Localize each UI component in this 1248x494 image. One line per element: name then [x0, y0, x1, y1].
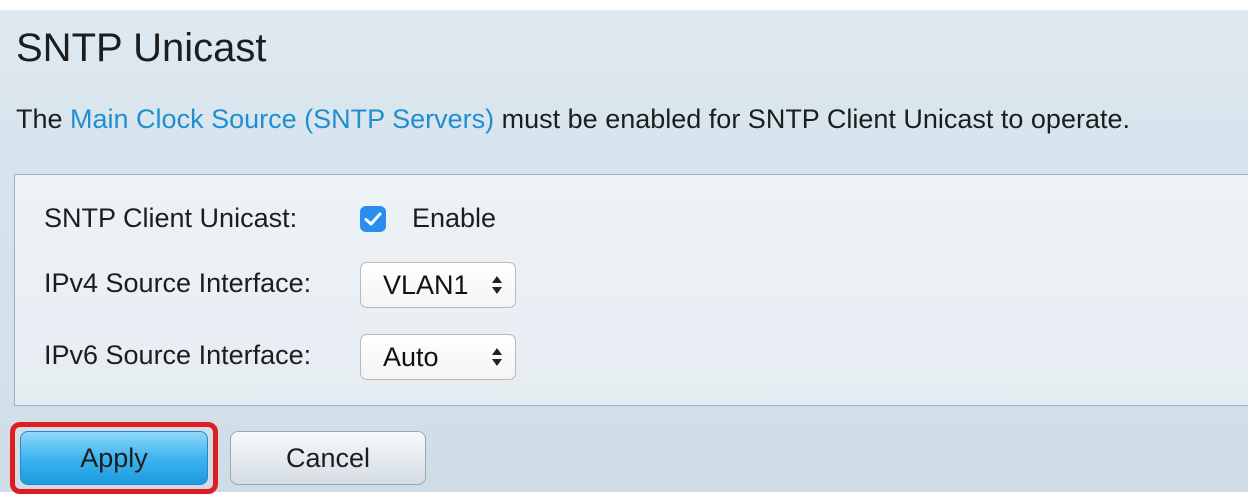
sntp-unicast-page: SNTP Unicast The Main Clock Source (SNTP…	[0, 0, 1248, 494]
client-unicast-label: SNTP Client Unicast:	[44, 203, 298, 233]
enable-label: Enable	[412, 203, 497, 233]
cancel-button[interactable]: Cancel	[230, 431, 426, 485]
enable-checkbox[interactable]	[360, 206, 386, 232]
page-title: SNTP Unicast	[16, 26, 267, 70]
select-arrows-icon	[492, 348, 502, 366]
apply-highlight-box	[10, 422, 218, 494]
ipv6-source-interface-select[interactable]: Auto	[360, 334, 516, 380]
checkmark-icon	[364, 212, 382, 226]
select-arrows-icon	[492, 276, 502, 294]
ipv6-source-interface-label: IPv6 Source Interface:	[44, 340, 312, 370]
notice-suffix: must be enabled for SNTP Client Unicast …	[494, 104, 1130, 134]
notice-text: The Main Clock Source (SNTP Servers) mus…	[16, 104, 1130, 135]
ipv4-source-interface-label: IPv4 Source Interface:	[44, 268, 312, 298]
top-strip	[0, 0, 1248, 10]
notice-prefix: The	[16, 104, 71, 134]
ipv4-source-interface-select[interactable]: VLAN1	[360, 262, 516, 308]
main-clock-source-link[interactable]: Main Clock Source (SNTP Servers)	[70, 104, 494, 134]
ipv6-source-interface-value: Auto	[383, 342, 439, 372]
ipv4-source-interface-value: VLAN1	[383, 270, 469, 300]
